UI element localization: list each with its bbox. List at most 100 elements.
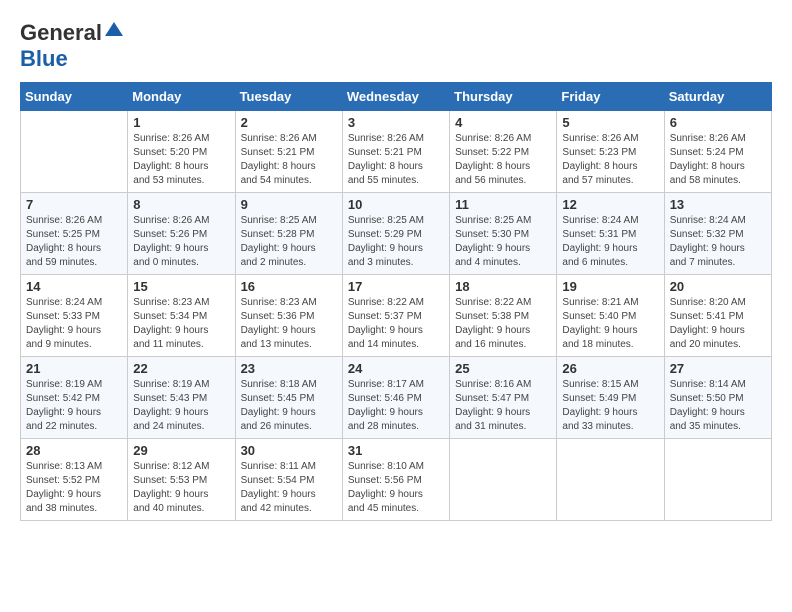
- day-number: 3: [348, 115, 444, 130]
- calendar-cell: 13 Sunrise: 8:24 AM Sunset: 5:32 PM Dayli…: [664, 193, 771, 275]
- day-number: 22: [133, 361, 229, 376]
- day-info: Sunrise: 8:24 AM Sunset: 5:31 PM Dayligh…: [562, 214, 658, 270]
- day-number: 15: [133, 279, 229, 294]
- day-number: 24: [348, 361, 444, 376]
- day-info: Sunrise: 8:24 AM Sunset: 5:32 PM Dayligh…: [670, 214, 766, 270]
- day-info: Sunrise: 8:16 AM Sunset: 5:47 PM Dayligh…: [455, 378, 551, 434]
- day-number: 10: [348, 197, 444, 212]
- calendar-week-row: 7 Sunrise: 8:26 AM Sunset: 5:25 PM Daylig…: [21, 193, 772, 275]
- day-number: 27: [670, 361, 766, 376]
- calendar-day-header: Friday: [557, 83, 664, 111]
- day-info: Sunrise: 8:15 AM Sunset: 5:49 PM Dayligh…: [562, 378, 658, 434]
- calendar-table: SundayMondayTuesdayWednesdayThursdayFrid…: [20, 82, 772, 521]
- calendar-cell: 1 Sunrise: 8:26 AM Sunset: 5:20 PM Daylig…: [128, 111, 235, 193]
- day-number: 21: [26, 361, 122, 376]
- day-number: 8: [133, 197, 229, 212]
- day-info: Sunrise: 8:25 AM Sunset: 5:30 PM Dayligh…: [455, 214, 551, 270]
- calendar-cell: 31 Sunrise: 8:10 AM Sunset: 5:56 PM Dayli…: [342, 439, 449, 521]
- calendar-cell: [557, 439, 664, 521]
- day-info: Sunrise: 8:18 AM Sunset: 5:45 PM Dayligh…: [241, 378, 337, 434]
- calendar-week-row: 28Sunrise: 8:13 AM Sunset: 5:52 PM Dayli…: [21, 439, 772, 521]
- day-info: Sunrise: 8:23 AM Sunset: 5:36 PM Dayligh…: [241, 296, 337, 352]
- calendar-cell: 18Sunrise: 8:22 AM Sunset: 5:38 PM Dayli…: [450, 275, 557, 357]
- calendar-week-row: 21 Sunrise: 8:19 AM Sunset: 5:42 PM Dayli…: [21, 357, 772, 439]
- day-info: Sunrise: 8:12 AM Sunset: 5:53 PM Dayligh…: [133, 460, 229, 516]
- day-info: Sunrise: 8:26 AM Sunset: 5:20 PM Dayligh…: [133, 132, 229, 188]
- calendar-cell: [664, 439, 771, 521]
- day-info: Sunrise: 8:17 AM Sunset: 5:46 PM Dayligh…: [348, 378, 444, 434]
- day-number: 19: [562, 279, 658, 294]
- day-info: Sunrise: 8:26 AM Sunset: 5:23 PM Dayligh…: [562, 132, 658, 188]
- calendar-cell: 21 Sunrise: 8:19 AM Sunset: 5:42 PM Dayli…: [21, 357, 128, 439]
- day-number: 11: [455, 197, 551, 212]
- calendar-cell: 2 Sunrise: 8:26 AM Sunset: 5:21 PM Daylig…: [235, 111, 342, 193]
- day-info: Sunrise: 8:26 AM Sunset: 5:21 PM Dayligh…: [348, 132, 444, 188]
- day-info: Sunrise: 8:25 AM Sunset: 5:28 PM Dayligh…: [241, 214, 337, 270]
- day-number: 23: [241, 361, 337, 376]
- day-number: 14: [26, 279, 122, 294]
- day-number: 5: [562, 115, 658, 130]
- calendar-header-row: SundayMondayTuesdayWednesdayThursdayFrid…: [21, 83, 772, 111]
- calendar-cell: 15 Sunrise: 8:23 AM Sunset: 5:34 PM Dayli…: [128, 275, 235, 357]
- day-info: Sunrise: 8:14 AM Sunset: 5:50 PM Dayligh…: [670, 378, 766, 434]
- day-info: Sunrise: 8:22 AM Sunset: 5:37 PM Dayligh…: [348, 296, 444, 352]
- day-number: 31: [348, 443, 444, 458]
- day-info: Sunrise: 8:24 AM Sunset: 5:33 PM Dayligh…: [26, 296, 122, 352]
- day-number: 28: [26, 443, 122, 458]
- day-info: Sunrise: 8:25 AM Sunset: 5:29 PM Dayligh…: [348, 214, 444, 270]
- calendar-week-row: 14 Sunrise: 8:24 AM Sunset: 5:33 PM Dayli…: [21, 275, 772, 357]
- day-info: Sunrise: 8:26 AM Sunset: 5:21 PM Dayligh…: [241, 132, 337, 188]
- calendar-cell: 6 Sunrise: 8:26 AM Sunset: 5:24 PM Daylig…: [664, 111, 771, 193]
- day-info: Sunrise: 8:21 AM Sunset: 5:40 PM Dayligh…: [562, 296, 658, 352]
- calendar-day-header: Monday: [128, 83, 235, 111]
- calendar-week-row: 1 Sunrise: 8:26 AM Sunset: 5:20 PM Daylig…: [21, 111, 772, 193]
- day-number: 29: [133, 443, 229, 458]
- day-number: 20: [670, 279, 766, 294]
- day-info: Sunrise: 8:10 AM Sunset: 5:56 PM Dayligh…: [348, 460, 444, 516]
- calendar-cell: 29 Sunrise: 8:12 AM Sunset: 5:53 PM Dayli…: [128, 439, 235, 521]
- day-info: Sunrise: 8:22 AM Sunset: 5:38 PM Dayligh…: [455, 296, 551, 352]
- day-number: 12: [562, 197, 658, 212]
- day-number: 13: [670, 197, 766, 212]
- calendar-cell: 5 Sunrise: 8:26 AM Sunset: 5:23 PM Daylig…: [557, 111, 664, 193]
- logo-blue: Blue: [20, 46, 68, 71]
- calendar-cell: 17 Sunrise: 8:22 AM Sunset: 5:37 PM Dayli…: [342, 275, 449, 357]
- calendar-day-header: Thursday: [450, 83, 557, 111]
- logo-general: General: [20, 20, 102, 46]
- calendar-cell: 26 Sunrise: 8:15 AM Sunset: 5:49 PM Dayli…: [557, 357, 664, 439]
- calendar-cell: 25 Sunrise: 8:16 AM Sunset: 5:47 PM Dayli…: [450, 357, 557, 439]
- day-number: 17: [348, 279, 444, 294]
- calendar-cell: 8 Sunrise: 8:26 AM Sunset: 5:26 PM Daylig…: [128, 193, 235, 275]
- day-number: 2: [241, 115, 337, 130]
- day-info: Sunrise: 8:26 AM Sunset: 5:26 PM Dayligh…: [133, 214, 229, 270]
- calendar-cell: 11 Sunrise: 8:25 AM Sunset: 5:30 PM Dayli…: [450, 193, 557, 275]
- calendar-day-header: Sunday: [21, 83, 128, 111]
- day-number: 4: [455, 115, 551, 130]
- day-number: 6: [670, 115, 766, 130]
- calendar-cell: 12 Sunrise: 8:24 AM Sunset: 5:31 PM Dayli…: [557, 193, 664, 275]
- day-info: Sunrise: 8:19 AM Sunset: 5:42 PM Dayligh…: [26, 378, 122, 434]
- day-number: 1: [133, 115, 229, 130]
- calendar-cell: 3 Sunrise: 8:26 AM Sunset: 5:21 PM Daylig…: [342, 111, 449, 193]
- day-info: Sunrise: 8:26 AM Sunset: 5:25 PM Dayligh…: [26, 214, 122, 270]
- day-number: 26: [562, 361, 658, 376]
- calendar-cell: 30Sunrise: 8:11 AM Sunset: 5:54 PM Dayli…: [235, 439, 342, 521]
- day-number: 30: [241, 443, 337, 458]
- calendar-cell: 24 Sunrise: 8:17 AM Sunset: 5:46 PM Dayli…: [342, 357, 449, 439]
- day-number: 25: [455, 361, 551, 376]
- day-info: Sunrise: 8:26 AM Sunset: 5:22 PM Dayligh…: [455, 132, 551, 188]
- calendar-cell: 23 Sunrise: 8:18 AM Sunset: 5:45 PM Dayli…: [235, 357, 342, 439]
- day-info: Sunrise: 8:19 AM Sunset: 5:43 PM Dayligh…: [133, 378, 229, 434]
- calendar-day-header: Tuesday: [235, 83, 342, 111]
- calendar-cell: 19 Sunrise: 8:21 AM Sunset: 5:40 PM Dayli…: [557, 275, 664, 357]
- calendar-cell: [450, 439, 557, 521]
- day-info: Sunrise: 8:26 AM Sunset: 5:24 PM Dayligh…: [670, 132, 766, 188]
- day-number: 9: [241, 197, 337, 212]
- day-number: 7: [26, 197, 122, 212]
- logo: General Blue: [20, 20, 123, 72]
- calendar-cell: 4 Sunrise: 8:26 AM Sunset: 5:22 PM Daylig…: [450, 111, 557, 193]
- calendar-day-header: Saturday: [664, 83, 771, 111]
- day-info: Sunrise: 8:23 AM Sunset: 5:34 PM Dayligh…: [133, 296, 229, 352]
- calendar-cell: 10 Sunrise: 8:25 AM Sunset: 5:29 PM Dayli…: [342, 193, 449, 275]
- calendar-cell: 7 Sunrise: 8:26 AM Sunset: 5:25 PM Daylig…: [21, 193, 128, 275]
